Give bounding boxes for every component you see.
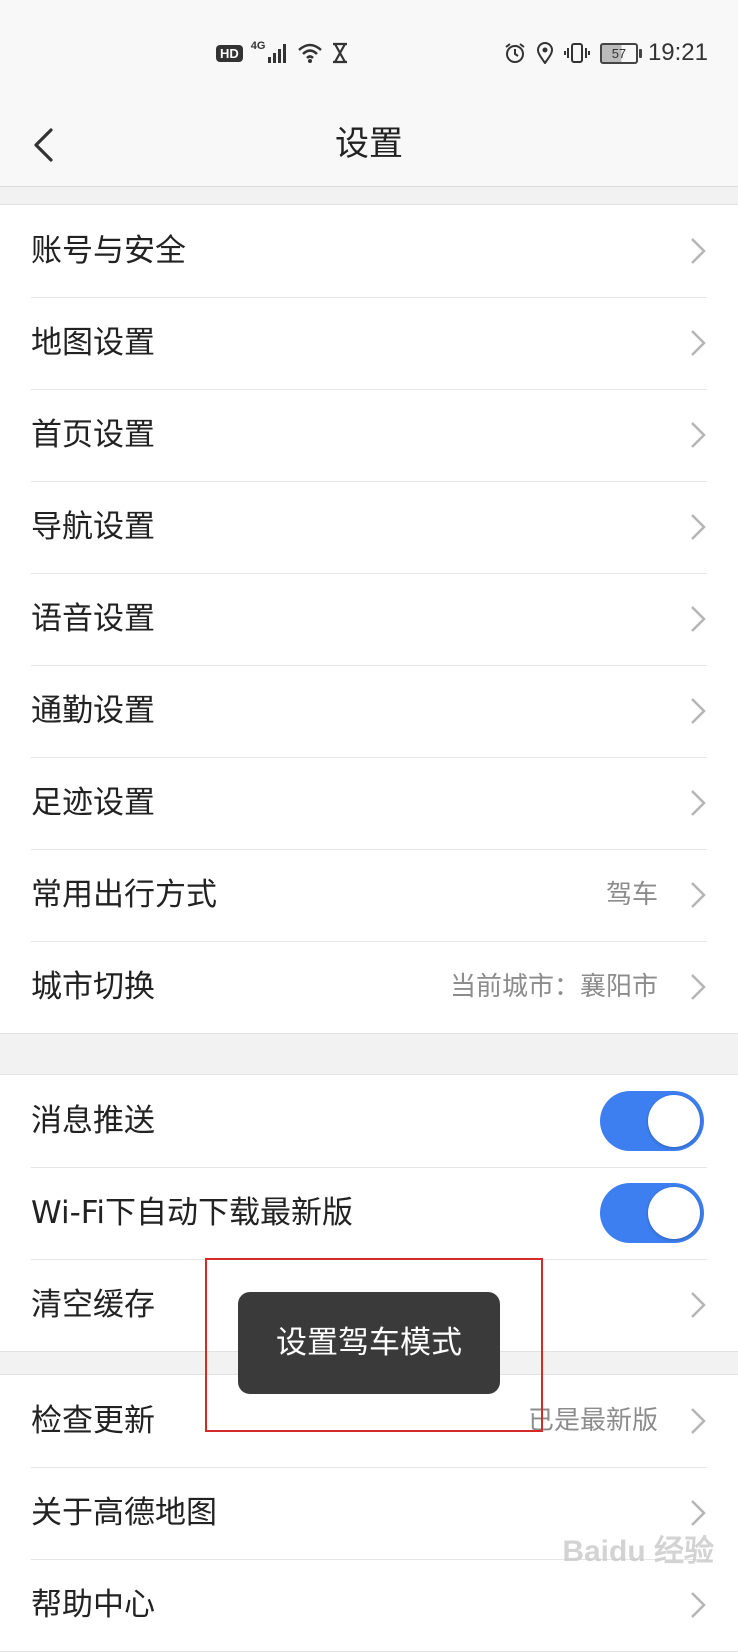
chevron-right-icon (691, 882, 706, 908)
baidu-watermark-logo: Baidu 经验 (562, 1535, 714, 1568)
chevron-right-icon (691, 422, 706, 448)
wifi-icon (298, 43, 323, 63)
row-wifi-auto-download: Wi-Fi下自动下载最新版 (0, 1167, 738, 1259)
row-label: 城市切换 (31, 969, 155, 1005)
chevron-right-icon (691, 514, 706, 540)
chevron-right-icon (691, 330, 706, 356)
row-label: 帮助中心 (31, 1587, 155, 1623)
battery-icon: 57 (599, 42, 642, 64)
chevron-right-icon (691, 974, 706, 1000)
row-label: 清空缓存 (31, 1287, 155, 1323)
row-travel-mode[interactable]: 常用出行方式 驾车 (0, 849, 738, 941)
row-label: 语音设置 (31, 601, 155, 637)
row-map-settings[interactable]: 地图设置 (0, 297, 738, 389)
row-footprint-settings[interactable]: 足迹设置 (0, 757, 738, 849)
cellular-signal-icon (268, 44, 287, 63)
row-commute-settings[interactable]: 通勤设置 (0, 665, 738, 757)
row-help-center[interactable]: 帮助中心 (0, 1559, 738, 1651)
row-voice-settings[interactable]: 语音设置 (0, 573, 738, 665)
row-value: 驾车 (605, 880, 658, 910)
row-label: 导航设置 (31, 509, 155, 545)
nav-header: 设置 (0, 104, 738, 187)
alarm-icon (505, 43, 525, 63)
hd-voice-icon: HD (216, 44, 243, 62)
row-label: 地图设置 (31, 325, 155, 361)
annotation-highlight-box (205, 1258, 543, 1432)
row-push-notifications: 消息推送 (0, 1075, 738, 1167)
toggle-knob (648, 1187, 700, 1239)
chevron-right-icon (691, 790, 706, 816)
row-label: 账号与安全 (31, 233, 186, 269)
row-city-switch[interactable]: 城市切换 当前城市：襄阳市 (0, 941, 738, 1033)
hourglass-icon (333, 42, 348, 64)
row-value: 已是最新版 (527, 1406, 658, 1436)
chevron-right-icon (691, 1500, 706, 1526)
chevron-right-icon (691, 606, 706, 632)
row-label: 首页设置 (31, 417, 155, 453)
settings-group-general: 账号与安全 地图设置 首页设置 导航设置 语音设置 通勤设置 足迹设置 常用出行… (0, 204, 738, 1034)
chevron-right-icon (691, 238, 706, 264)
chevron-right-icon (691, 698, 706, 724)
vibrate-icon (563, 43, 590, 63)
status-bar-right: 57 19:21 (504, 39, 708, 66)
row-account-security[interactable]: 账号与安全 (0, 205, 738, 297)
status-bar: HD 4G 57 19:21 (0, 0, 738, 104)
row-label: 足迹设置 (31, 785, 155, 821)
chevron-right-icon (691, 1408, 706, 1434)
chevron-right-icon (691, 1292, 706, 1318)
network-type: 4G (250, 40, 266, 52)
page-title: 设置 (335, 124, 403, 164)
row-value: 当前城市：襄阳市 (449, 972, 658, 1002)
row-label: 关于高德地图 (31, 1495, 217, 1531)
status-bar-left: HD 4G (216, 40, 349, 66)
row-home-settings[interactable]: 首页设置 (0, 389, 738, 481)
row-label: Wi-Fi下自动下载最新版 (31, 1195, 353, 1231)
row-label: 通勤设置 (31, 693, 155, 729)
row-label: 常用出行方式 (31, 877, 217, 913)
row-label: 消息推送 (31, 1103, 155, 1139)
row-label: 检查更新 (31, 1403, 155, 1439)
chevron-right-icon (691, 1592, 706, 1618)
toggle-knob (648, 1095, 700, 1147)
location-icon (536, 42, 553, 64)
push-notifications-toggle[interactable] (600, 1091, 704, 1151)
status-time: 19:21 (647, 39, 708, 66)
row-navigation-settings[interactable]: 导航设置 (0, 481, 738, 573)
wifi-auto-download-toggle[interactable] (600, 1183, 704, 1243)
